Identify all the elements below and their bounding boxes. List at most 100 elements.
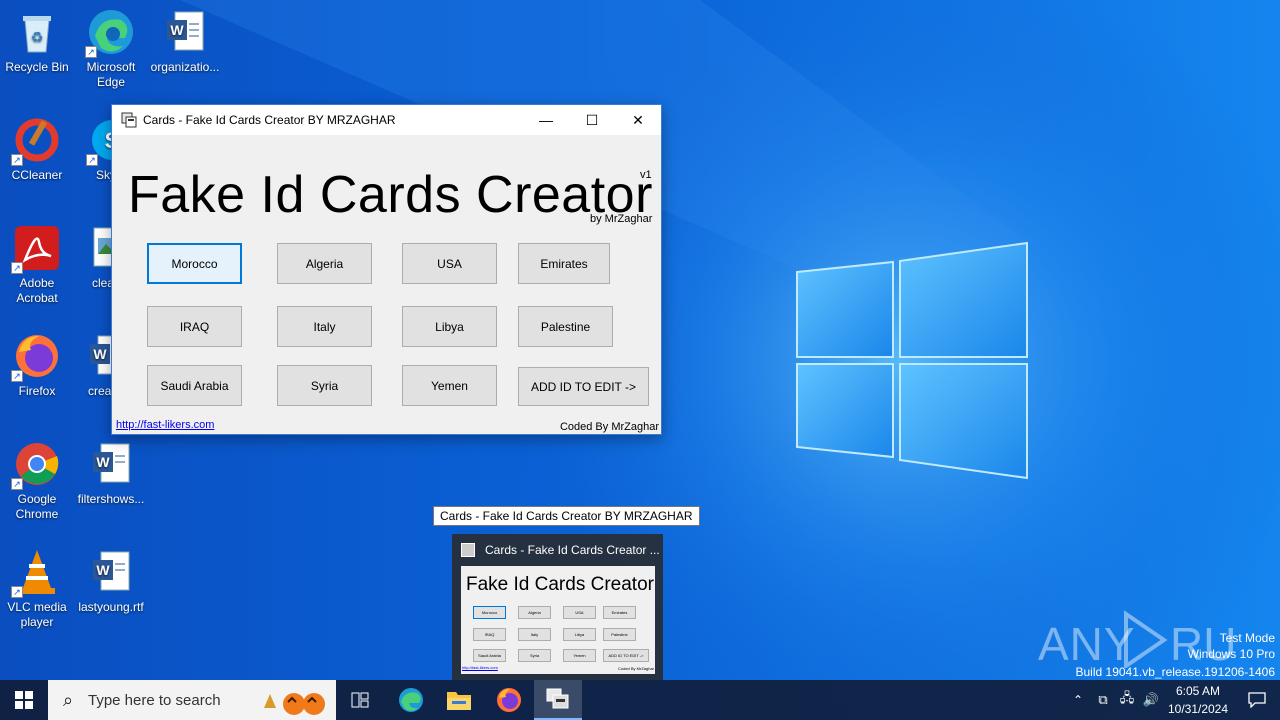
clock-time[interactable]: 6:05 AM (1162, 684, 1234, 698)
svg-text:W: W (96, 454, 110, 470)
start-button[interactable] (0, 680, 48, 720)
firefox-icon (497, 688, 521, 712)
desktop-icon-skype[interactable]: S ↗ Sky (74, 116, 114, 183)
morocco-button[interactable]: Morocco (147, 243, 242, 284)
italy-button[interactable]: Italy (277, 306, 372, 347)
svg-text:W: W (96, 562, 110, 578)
website-link[interactable]: http://fast-likers.com (116, 419, 214, 431)
desktop-icon-recycle-bin[interactable]: ♻ Recycle Bin (0, 8, 74, 75)
taskbar-thumbnail[interactable]: Cards - Fake Id Cards Creator ... Fake I… (452, 534, 663, 680)
minimize-button[interactable]: — (523, 105, 569, 135)
desktop-icon-lastyoung[interactable]: W lastyoung.rtf (74, 548, 148, 615)
desktop-icon-firefox[interactable]: ↗ Firefox (0, 332, 74, 399)
svg-text:♻: ♻ (31, 29, 44, 45)
task-view-icon (351, 692, 369, 708)
app-window-icon (121, 112, 137, 128)
version-label: v1 (640, 169, 652, 181)
thumbnail-button: Emirates (603, 606, 636, 619)
anyrun-watermark: ANY RUN (1038, 608, 1270, 673)
byline-label: by MrZaghar (590, 213, 653, 225)
notifications-button[interactable] (1234, 680, 1280, 720)
thumbnail-button: Syria (518, 649, 551, 662)
thumbnail-button: ADD ID TO EDIT -> (603, 649, 649, 662)
word-doc-icon: W (161, 8, 209, 56)
window-client-area: Fake Id Cards Creator v1 by MrZaghar Mor… (112, 135, 661, 434)
palestine-button[interactable]: Palestine (518, 306, 613, 347)
volume-icon[interactable]: 🔊 (1140, 680, 1162, 720)
thumbnail-header: Cards - Fake Id Cards Creator ... (452, 534, 663, 566)
window-titlebar[interactable]: Cards - Fake Id Cards Creator BY MRZAGHA… (112, 105, 661, 135)
desktop-icon-edge[interactable]: ↗ Microsoft Edge (74, 8, 148, 90)
desktop-icon-organizatio[interactable]: W organizatio... (148, 8, 222, 75)
search-placeholder: Type here to search (88, 691, 221, 709)
task-view-button[interactable] (340, 680, 380, 720)
thumbnail-button: Italy (518, 628, 551, 641)
ccleaner-icon: ↗ (11, 116, 61, 166)
taskbar: ⌕ Type here to search ⌃ ⧉ 🖧 🔊 6:05 AM 10… (0, 680, 1280, 720)
thumbnail-button: USA (563, 606, 596, 619)
taskbar-tooltip: Cards - Fake Id Cards Creator BY MRZAGHA… (433, 506, 700, 526)
desktop-icon-acrobat[interactable]: ↗ Adobe Acrobat (0, 224, 74, 306)
app-window-icon (546, 688, 569, 709)
iraq-button[interactable]: IRAQ (147, 306, 242, 347)
taskbar-search[interactable]: ⌕ Type here to search (48, 680, 336, 720)
algeria-button[interactable]: Algeria (277, 243, 372, 284)
thumbnail-button: Saudi Arabia (473, 649, 506, 662)
desktop-icon-ccleaner[interactable]: ↗ CCleaner (0, 116, 74, 183)
thumbnail-button: Palestine (603, 628, 636, 641)
libya-button[interactable]: Libya (402, 306, 497, 347)
saudi-arabia-button[interactable]: Saudi Arabia (147, 365, 242, 406)
word-doc-icon: W (87, 548, 135, 596)
taskbar-cards-app[interactable] (534, 680, 582, 720)
thumbnail-link: http://fast-likers.com (462, 665, 498, 670)
taskbar-firefox[interactable] (488, 680, 530, 720)
folder-icon (447, 692, 471, 710)
close-button[interactable]: ✕ (615, 105, 661, 135)
desktop-icon-vlc[interactable]: ↗ VLC media player (0, 548, 74, 630)
svg-text:W: W (93, 346, 107, 362)
thumbnail-button: Algeria (518, 606, 551, 619)
app-window-icon (461, 543, 475, 557)
build-label: Build 19041.vb_release.191206-1406 (1075, 665, 1276, 679)
vlc-icon: ↗ (11, 548, 61, 598)
search-icon: ⌕ (62, 689, 74, 710)
svg-text:W: W (170, 22, 184, 38)
thumbnail-coded-by: Coded By MrZaghar (617, 666, 654, 671)
app-window: Cards - Fake Id Cards Creator BY MRZAGHA… (111, 104, 662, 435)
desktop-icon-filtershows[interactable]: W filtershows... (74, 440, 148, 507)
syria-button[interactable]: Syria (277, 365, 372, 406)
taskbar-file-explorer[interactable] (438, 680, 480, 720)
thumbnail-button: Morocco (473, 606, 506, 619)
acrobat-icon: ↗ (11, 224, 61, 274)
thumbnail-button: Yemen (563, 649, 596, 662)
app-heading: Fake Id Cards Creator (128, 166, 653, 224)
windows-logo-icon (15, 691, 33, 709)
search-highlight-icon (260, 684, 332, 720)
thumbnail-button: Libya (563, 628, 596, 641)
network-icon[interactable]: 🖧 (1116, 680, 1138, 720)
usa-button[interactable]: USA (402, 243, 497, 284)
device-icon[interactable]: ⧉ (1092, 680, 1114, 720)
taskbar-edge[interactable] (390, 680, 432, 720)
yemen-button[interactable]: Yemen (402, 365, 497, 406)
thumbnail-preview: Fake Id Cards Creator Morocco Algeria US… (461, 566, 655, 674)
show-hidden-icons-button[interactable]: ⌃ (1068, 680, 1088, 720)
thumbnail-button: IRAQ (473, 628, 506, 641)
windows-edition-label: Windows 10 Pro (1187, 647, 1275, 661)
add-id-to-edit-button[interactable]: ADD ID TO EDIT -> (518, 367, 649, 406)
action-center-icon (1248, 692, 1266, 708)
edge-icon: ↗ (85, 8, 135, 58)
edge-icon (399, 688, 423, 712)
firefox-icon: ↗ (11, 332, 61, 382)
emirates-button[interactable]: Emirates (518, 243, 610, 284)
svg-text:ANY: ANY (1038, 618, 1136, 668)
coded-by-label: Coded By MrZaghar (559, 421, 659, 433)
window-title: Cards - Fake Id Cards Creator BY MRZAGHA… (143, 113, 396, 127)
clock-date[interactable]: 10/31/2024 (1162, 702, 1234, 716)
recycle-bin-icon: ♻ (13, 8, 61, 56)
desktop-icon-chrome[interactable]: ↗ Google Chrome (0, 440, 74, 522)
thumbnail-heading: Fake Id Cards Creator (466, 574, 654, 595)
maximize-button[interactable]: ☐ (569, 105, 615, 135)
word-doc-icon: W (87, 440, 135, 488)
thumbnail-title: Cards - Fake Id Cards Creator ... (485, 543, 660, 557)
